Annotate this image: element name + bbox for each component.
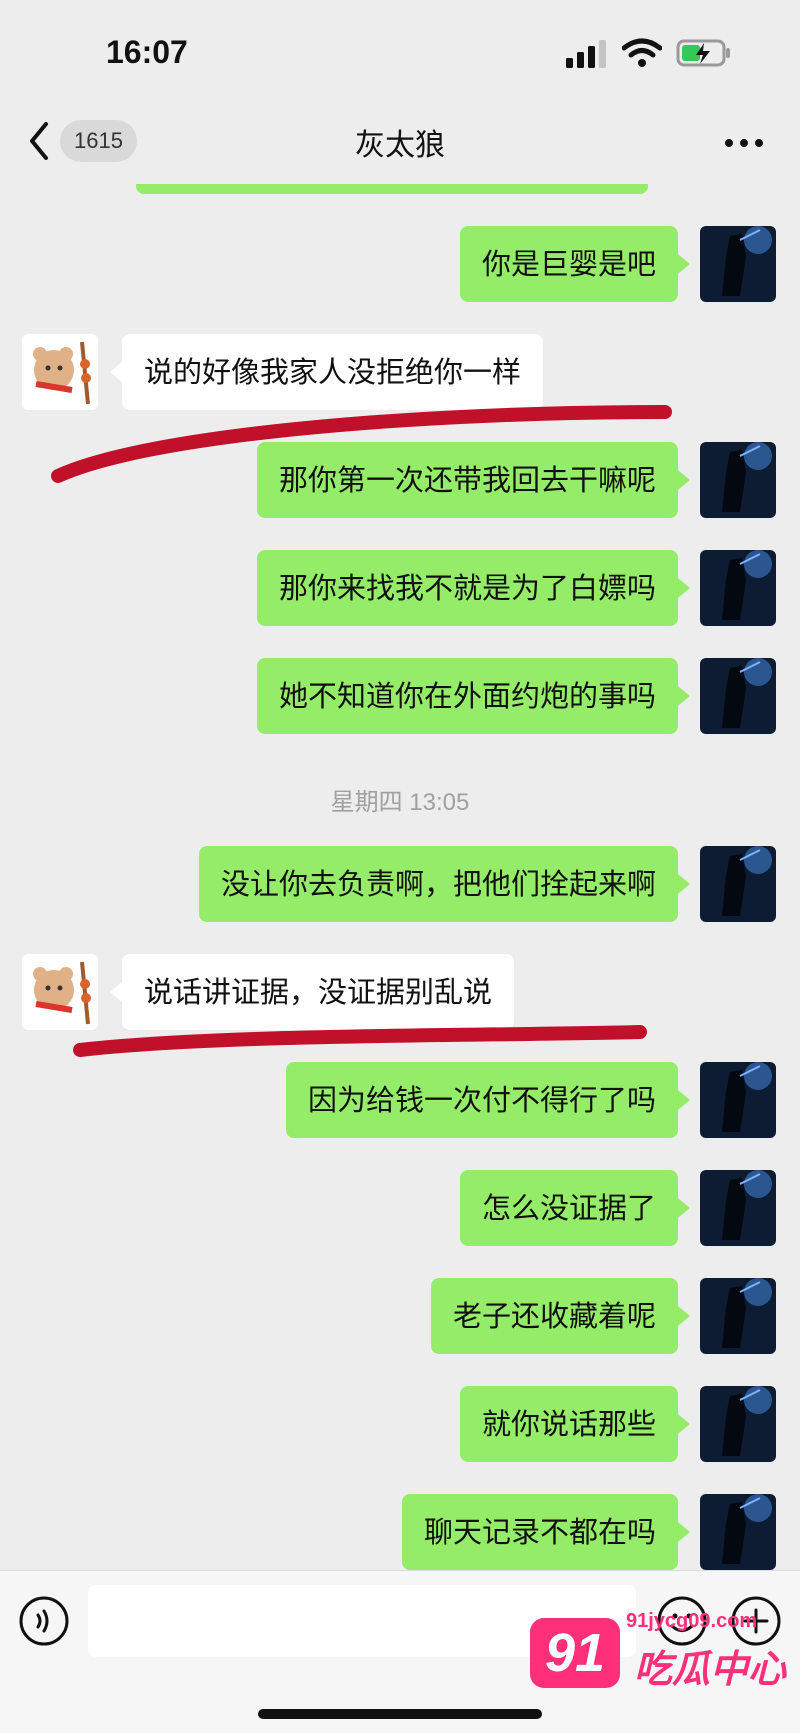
outgoing-message[interactable]: 那你来找我不就是为了白嫖吗 <box>256 550 691 626</box>
more-options-icon[interactable] <box>724 138 764 148</box>
avatar[interactable] <box>700 1494 776 1570</box>
outgoing-message[interactable]: 怎么没证据了 <box>459 1170 691 1246</box>
cellular-signal-icon <box>566 40 606 68</box>
watermark-name: 吃瓜中心 <box>634 1647 787 1691</box>
watermark: 91 91jycg09.com 吃瓜中心 <box>530 1592 790 1702</box>
chat-title: 灰太狼 <box>355 128 445 163</box>
avatar[interactable] <box>700 1278 776 1354</box>
outgoing-message[interactable]: 聊天记录不都在吗 <box>401 1494 691 1570</box>
message-bubble-partial <box>136 184 648 194</box>
outgoing-message[interactable]: 她不知道你在外面约炮的事吗 <box>256 658 691 734</box>
wifi-icon <box>622 38 662 67</box>
chat-header: 1615 灰太狼 <box>0 100 800 184</box>
chat-timestamp: 星期四 13:05 <box>330 789 470 816</box>
message-list[interactable]: 你是巨婴是吧说的好像我家人没拒绝你一样那你第一次还带我回去干嘛呢 那你来找我不就是… <box>0 184 800 1570</box>
outgoing-message[interactable]: 你是巨婴是吧 <box>459 226 691 302</box>
avatar[interactable] <box>700 550 776 626</box>
avatar[interactable] <box>700 226 776 302</box>
incoming-message[interactable]: 说话讲证据，没证据别乱说 <box>109 954 515 1030</box>
status-bar: 16:07 <box>0 0 800 100</box>
outgoing-message[interactable]: 没让你去负责啊，把他们拴起来啊 <box>198 846 691 922</box>
outgoing-message[interactable]: 因为给钱一次付不得行了吗 <box>285 1062 691 1138</box>
watermark-logo: 91 <box>530 1618 620 1688</box>
avatar[interactable] <box>700 846 776 922</box>
avatar[interactable] <box>700 1386 776 1462</box>
avatar[interactable] <box>700 442 776 518</box>
home-indicator <box>258 1709 542 1719</box>
battery-charging-icon <box>676 39 730 67</box>
watermark-url: 91jycg09.com <box>626 1610 758 1632</box>
avatar[interactable] <box>22 334 98 410</box>
outgoing-message[interactable]: 那你第一次还带我回去干嘛呢 <box>256 442 691 518</box>
voice-input-icon[interactable] <box>18 1595 70 1647</box>
avatar[interactable] <box>700 1170 776 1246</box>
status-time: 16:07 <box>106 34 188 70</box>
incoming-message[interactable]: 说的好像我家人没拒绝你一样 <box>109 334 544 410</box>
avatar[interactable] <box>700 658 776 734</box>
outgoing-message[interactable]: 就你说话那些 <box>459 1386 691 1462</box>
avatar[interactable] <box>22 954 98 1030</box>
avatar[interactable] <box>700 1062 776 1138</box>
outgoing-message[interactable]: 老子还收藏着呢 <box>430 1278 691 1354</box>
